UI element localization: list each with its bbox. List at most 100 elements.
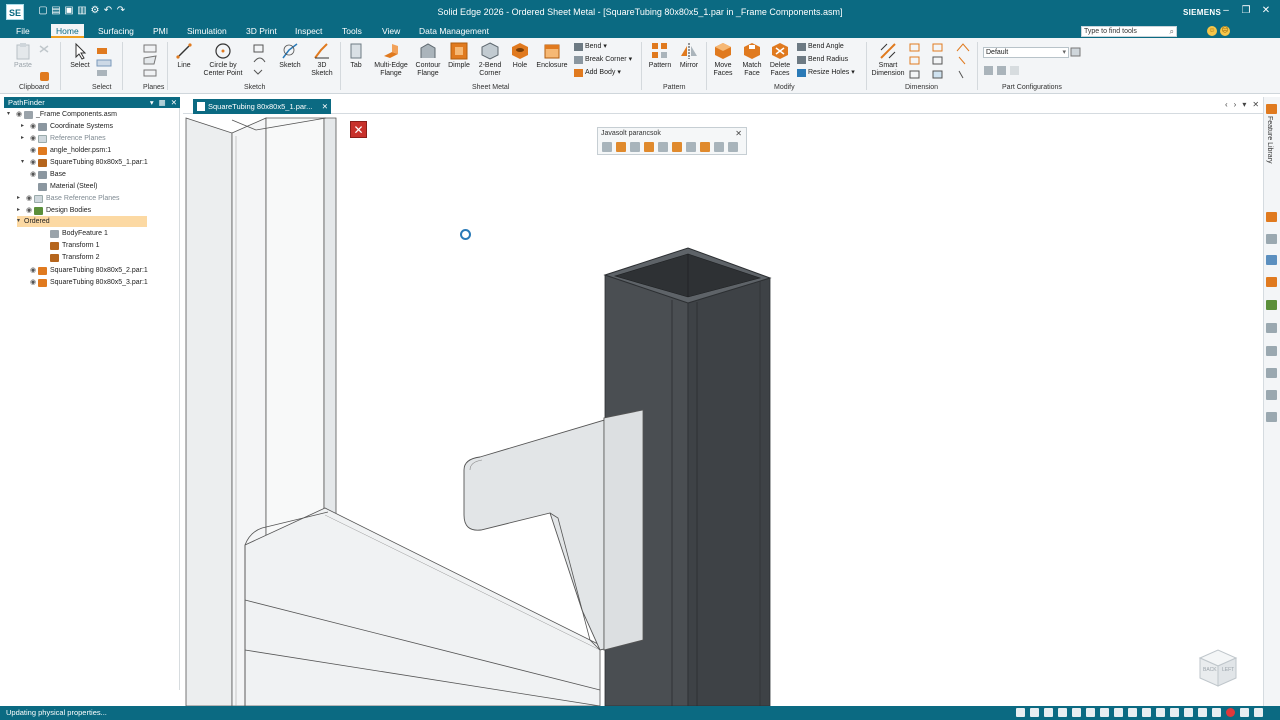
mirror-button[interactable]: Mirror [675,42,703,70]
close-icon[interactable]: ✕ [171,97,177,108]
chevron-down-icon[interactable]: ▾ [1242,100,1246,109]
tiles-icon[interactable] [1254,708,1263,717]
link-icon[interactable] [1266,323,1277,333]
analysis-icon[interactable] [1198,708,1207,717]
menu-simulation[interactable]: Simulation [187,26,227,36]
view-cube[interactable]: BACK LEFT [1196,644,1240,688]
folder-icon[interactable] [1266,412,1277,422]
model-view[interactable] [183,114,1263,706]
sensor-icon[interactable] [1212,708,1221,717]
tree-item-base-reference-planes[interactable]: ▸ ◉ Base Reference Planes [17,193,120,204]
tree-item-design-bodies[interactable]: ▸ ◉ Design Bodies [17,205,91,216]
tools-icon[interactable] [1266,234,1277,244]
expand-icon[interactable]: ▸ [21,133,28,144]
zoom-area-icon[interactable] [1044,708,1053,717]
pin-icon[interactable]: ▾ [150,97,154,108]
document-tab[interactable]: SquareTubing 80x80x5_1.par... ✕ [193,99,331,114]
frown-icon[interactable]: ☹ [1220,26,1230,36]
eye-icon[interactable]: ◉ [24,205,34,216]
bend-radius-button[interactable]: Bend Radius [797,56,848,64]
close-icon[interactable]: ✕ [1260,5,1272,17]
3d-sketch-button[interactable]: 3D Sketch [308,42,336,77]
format-painter-icon[interactable] [38,70,52,84]
eye-icon[interactable]: ◉ [28,157,38,168]
selection-filter-icons[interactable] [96,46,114,78]
tree-item-coordinate-systems[interactable]: ▸ ◉ Coordinate Systems [21,121,113,132]
part-configuration-select[interactable]: Default ▾ [983,47,1069,58]
eye-icon[interactable]: ◉ [28,145,38,156]
bend-button[interactable]: Bend ▾ [574,43,607,51]
family-icon[interactable] [1266,300,1277,310]
command-icon[interactable] [616,142,626,152]
bend-angle-button[interactable]: Bend Angle [797,43,844,51]
eye-icon[interactable]: ◉ [24,193,34,204]
command-icon[interactable] [658,142,668,152]
command-icon[interactable] [672,142,682,152]
circle-center-button[interactable]: Circle by Center Point [197,42,249,77]
error-icon[interactable] [1226,708,1235,717]
match-face-button[interactable]: Match Face [738,42,766,77]
views-icon[interactable] [1086,708,1095,717]
dimple-button[interactable]: Dimple [445,42,473,70]
delete-faces-button[interactable]: Delete Faces [766,42,794,77]
select-button[interactable]: Select [66,42,94,70]
layers-icon[interactable] [1266,277,1277,287]
cut-icon[interactable] [38,44,50,54]
chevron-left-icon[interactable]: ‹ [1225,100,1228,109]
line-button[interactable]: Line [172,42,196,70]
command-icon[interactable] [644,142,654,152]
expand-icon[interactable]: ▸ [17,205,24,216]
close-icon[interactable]: ✕ [735,129,742,138]
restore-icon[interactable]: ❐ [1240,5,1252,17]
tree-item-transform-2[interactable]: Transform 2 [50,252,99,263]
tree-item-square-tubing-1[interactable]: ▾ ◉ SquareTubing 80x80x5_1.par:1 [21,157,148,168]
tree-item-body-feature[interactable]: BodyFeature 1 [50,228,108,239]
tree-item-assembly[interactable]: ▾ ◉ _Frame Components.asm [7,109,117,120]
eye-icon[interactable]: ◉ [28,133,38,144]
2-bend-corner-button[interactable]: 2-Bend Corner [474,42,506,77]
grid-icon[interactable] [1156,708,1165,717]
feature-library-tab[interactable]: Feature Library [1266,116,1273,163]
tree-item-square-tubing-3[interactable]: ◉ SquareTubing 80x80x5_3.par:1 [28,277,148,288]
tree-item-material[interactable]: Material (Steel) [38,181,97,192]
minimize-icon[interactable]: – [1220,5,1232,17]
layers-stack-icon[interactable] [1266,346,1277,356]
zoom-icon[interactable] [1030,708,1039,717]
menu-data-management[interactable]: Data Management [419,26,489,36]
menu-file[interactable]: File [16,26,30,36]
collapse-icon[interactable]: ▾ [17,216,24,227]
smart-dimension-button[interactable]: Smart Dimension [868,42,908,77]
move-faces-button[interactable]: Move Faces [709,42,737,77]
command-icon[interactable] [630,142,640,152]
layout-icon[interactable] [1240,708,1249,717]
tree-item-reference-planes[interactable]: ▸ ◉ Reference Planes [21,133,106,144]
sketch-view-icon[interactable] [1128,708,1137,717]
graphics-viewport[interactable] [183,114,1263,706]
pattern-button[interactable]: Pattern [645,42,675,70]
close-in-place-icon[interactable]: ✕ [350,121,367,138]
eye-icon[interactable]: ◉ [14,109,24,120]
menu-tools[interactable]: Tools [342,26,362,36]
break-corner-button[interactable]: Break Corner ▾ [574,56,632,64]
eye-icon[interactable]: ◉ [28,265,38,276]
add-body-button[interactable]: Add Body ▾ [574,69,621,77]
expand-icon[interactable]: ▸ [17,193,24,204]
close-icon[interactable]: ✕ [1252,100,1259,109]
section-icon[interactable] [1114,708,1123,717]
collapse-icon[interactable]: ▾ [7,109,14,120]
menu-pmi[interactable]: PMI [153,26,168,36]
find-tools-input[interactable]: Type to find tools ⌕ [1081,26,1177,37]
tree-item-square-tubing-2[interactable]: ◉ SquareTubing 80x80x5_2.par:1 [28,265,148,276]
feature-library-icon[interactable] [1266,104,1277,114]
smile-icon[interactable]: ☺ [1207,26,1217,36]
multi-edge-flange-button[interactable]: Multi-Edge Flange [370,42,412,77]
tab-button[interactable]: Tab [344,42,368,70]
command-icon[interactable] [602,142,612,152]
settings-icon[interactable] [1266,368,1277,378]
parts-library-icon[interactable] [1266,212,1277,222]
menu-3d-print[interactable]: 3D Print [246,26,277,36]
chevron-right-icon[interactable]: › [1234,100,1237,109]
pin-icon[interactable] [1266,390,1277,400]
menu-inspect[interactable]: Inspect [295,26,322,36]
search-icon[interactable]: ⌕ [1170,27,1174,36]
